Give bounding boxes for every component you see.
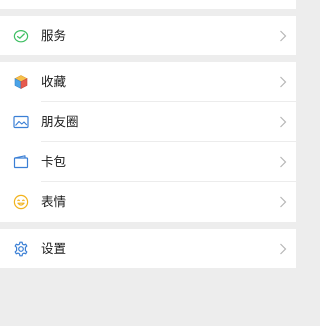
group-services: 服务 xyxy=(0,16,296,55)
menu-label-favorites: 收藏 xyxy=(41,73,67,89)
menu-item-stickers[interactable]: 表情 xyxy=(0,182,296,222)
menu-label-cards: 卡包 xyxy=(41,153,67,169)
menu-label-service: 服务 xyxy=(41,27,67,43)
menu-item-cards[interactable]: 卡包 xyxy=(0,142,296,182)
favorites-cube-icon xyxy=(14,75,28,89)
chevron-right-icon xyxy=(280,76,287,88)
menu-item-moments[interactable]: 朋友圈 xyxy=(0,102,296,142)
menu-item-favorites[interactable]: 收藏 xyxy=(0,62,296,102)
gear-icon xyxy=(14,241,28,256)
top-section-edge xyxy=(0,0,296,9)
group-content: 收藏 朋友圈 卡包 表情 xyxy=(0,62,296,222)
sticker-smile-icon xyxy=(13,194,29,210)
chevron-right-icon xyxy=(280,243,287,254)
menu-label-settings: 设置 xyxy=(41,240,67,256)
menu-label-moments: 朋友圈 xyxy=(41,113,79,129)
chevron-right-icon xyxy=(280,196,287,208)
service-icon xyxy=(13,29,29,42)
moments-image-icon xyxy=(13,115,29,129)
group-settings: 设置 xyxy=(0,229,296,268)
chevron-right-icon xyxy=(280,116,287,128)
chevron-right-icon xyxy=(280,156,287,168)
menu-item-service[interactable]: 服务 xyxy=(0,16,296,55)
menu-label-stickers: 表情 xyxy=(41,193,67,209)
menu-item-settings[interactable]: 设置 xyxy=(0,229,296,268)
chevron-right-icon xyxy=(280,30,287,41)
card-wallet-icon xyxy=(13,155,29,169)
me-page-menu: 服务 收藏 朋友圈 卡包 表情 设置 xyxy=(0,0,296,326)
